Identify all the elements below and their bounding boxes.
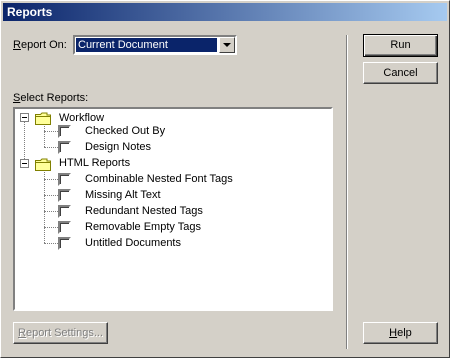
folder-icon (35, 112, 51, 125)
group-label-html-reports[interactable]: HTML Reports (59, 157, 130, 169)
title-bar[interactable]: Reports (3, 3, 447, 21)
checkbox-design-notes[interactable] (58, 141, 71, 154)
folder-icon (35, 158, 51, 171)
vertical-divider (346, 35, 348, 349)
report-on-label: Report On: (13, 39, 67, 51)
report-item-redundant-nested-tags[interactable]: Redundant Nested Tags (85, 205, 203, 217)
group-label-workflow[interactable]: Workflow (59, 112, 104, 124)
chevron-down-icon[interactable] (219, 37, 235, 53)
report-item-combinable-nested-font-tags[interactable]: Combinable Nested Font Tags (85, 173, 233, 185)
report-item-untitled-documents[interactable]: Untitled Documents (85, 237, 181, 249)
checkbox-redundant-nested-tags[interactable] (58, 205, 71, 218)
help-button[interactable]: Help (363, 322, 438, 344)
report-item-checked-out-by[interactable]: Checked Out By (85, 125, 165, 137)
checkbox-untitled-documents[interactable] (58, 237, 71, 250)
report-item-removable-empty-tags[interactable]: Removable Empty Tags (85, 221, 201, 233)
checkbox-missing-alt-text[interactable] (58, 189, 71, 202)
window-title: Reports (7, 5, 53, 19)
reports-tree[interactable]: Workflow Checked Out By Design Notes HTM… (13, 107, 333, 311)
report-settings-button[interactable]: Report Settings... (13, 322, 108, 344)
minus-box-icon[interactable] (20, 113, 29, 122)
minus-box-icon[interactable] (20, 159, 29, 168)
report-on-selected-value: Current Document (76, 38, 217, 52)
checkbox-checked-out-by[interactable] (58, 125, 71, 138)
cancel-button[interactable]: Cancel (363, 62, 438, 84)
report-on-dropdown[interactable]: Current Document (73, 35, 237, 55)
select-reports-label: Select Reports: (13, 92, 89, 104)
checkbox-combinable-nested-font-tags[interactable] (58, 173, 71, 186)
run-button[interactable]: Run (363, 34, 438, 57)
report-item-design-notes[interactable]: Design Notes (85, 141, 151, 153)
report-item-missing-alt-text[interactable]: Missing Alt Text (85, 189, 161, 201)
reports-dialog: Reports Report On: Current Document Sele… (0, 0, 450, 358)
checkbox-removable-empty-tags[interactable] (58, 221, 71, 234)
